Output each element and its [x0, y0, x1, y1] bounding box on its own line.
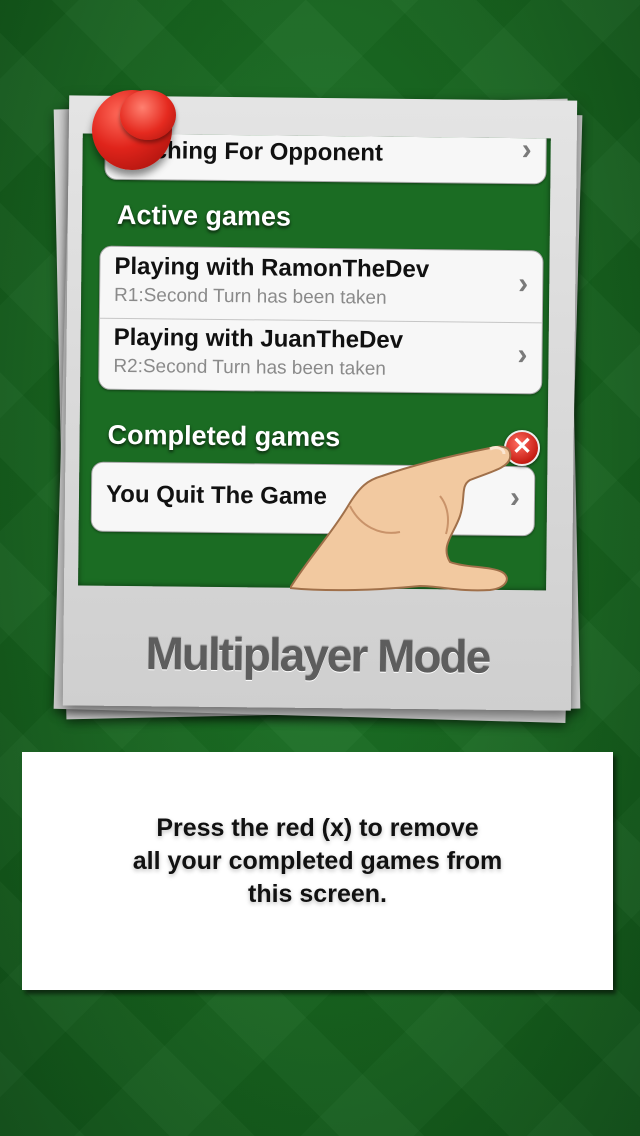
- active-game-title: Playing with JuanTheDev: [113, 323, 404, 354]
- instruction-text: Press the red (x) to remove all your com…: [22, 812, 613, 911]
- active-game-status: R1:Second Turn has been taken: [114, 284, 387, 309]
- searching-opponent-row[interactable]: Searching For Opponent ›: [101, 133, 547, 185]
- pointing-hand-icon: [290, 445, 512, 592]
- instruction-line: Press the red (x) to remove: [156, 814, 479, 842]
- multiplayer-mode-title: Multiplayer Mode: [145, 627, 490, 683]
- active-game-row[interactable]: Playing with JuanTheDev R2:Second Turn h…: [99, 318, 542, 394]
- active-game-row[interactable]: Playing with RamonTheDev R1:Second Turn …: [99, 246, 543, 324]
- instruction-line: all your completed games from: [132, 847, 503, 875]
- active-games-list: Playing with RamonTheDev R1:Second Turn …: [98, 245, 544, 395]
- pushpin-top-icon: [120, 90, 176, 140]
- polaroid-card: Searching For Opponent › Active games Pl…: [62, 95, 578, 711]
- active-games-header: Active games: [116, 199, 292, 232]
- chevron-right-icon: ›: [518, 267, 529, 301]
- active-game-title: Playing with RamonTheDev: [114, 252, 430, 284]
- instruction-card: Press the red (x) to remove all your com…: [22, 752, 613, 990]
- chevron-right-icon: ›: [517, 338, 528, 372]
- chevron-right-icon: ›: [521, 133, 532, 167]
- active-game-status: R2:Second Turn has been taken: [113, 355, 386, 380]
- instruction-line: this screen.: [248, 880, 387, 908]
